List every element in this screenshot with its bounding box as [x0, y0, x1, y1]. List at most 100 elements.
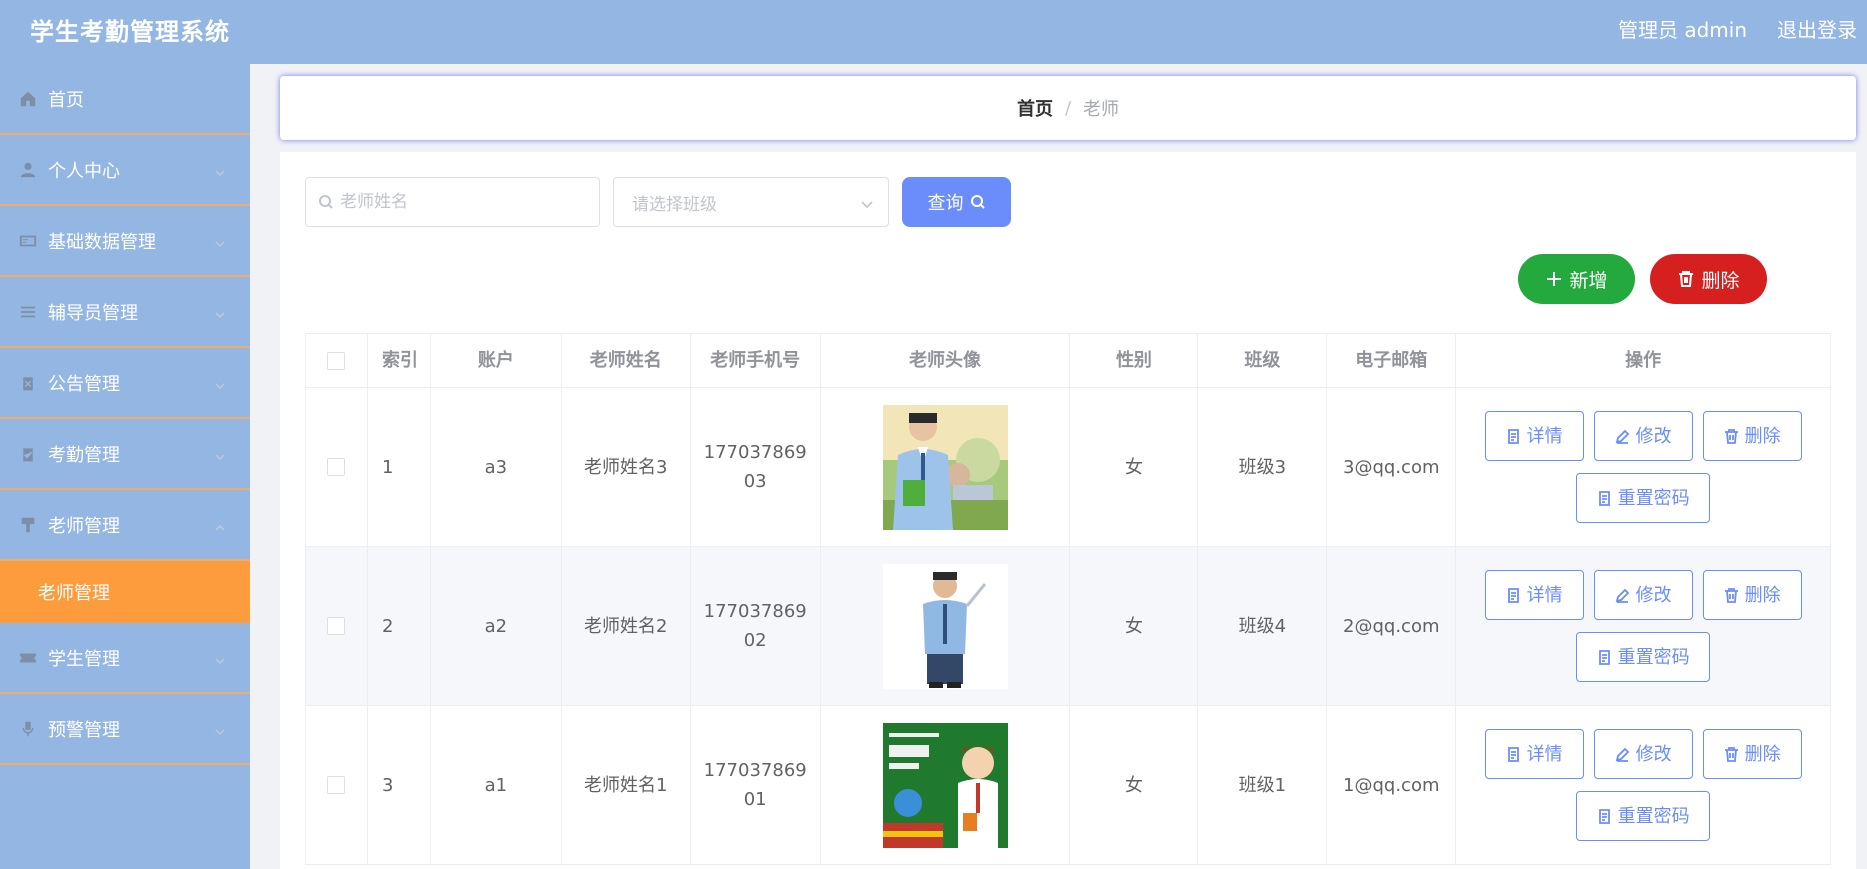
chevron-down-icon: [214, 234, 226, 248]
teacher-name-search[interactable]: [305, 177, 600, 227]
reset-password-button[interactable]: 重置密码: [1576, 791, 1711, 841]
avatar-cell: [821, 706, 1071, 864]
chevron-down-icon: [214, 447, 226, 461]
teacher-name-input[interactable]: [340, 192, 580, 212]
detail-button[interactable]: 详情: [1484, 729, 1584, 779]
trash-icon: [1724, 587, 1738, 603]
submenu-item-label: 老师管理: [38, 583, 110, 604]
clipboard-check-icon: [18, 444, 38, 464]
app-title: 学生考勤管理系统: [30, 18, 230, 46]
sidebar-item-attendance[interactable]: 考勤管理: [0, 419, 250, 490]
sidebar-item-student[interactable]: 学生管理: [0, 623, 250, 694]
document-icon: [1507, 428, 1519, 444]
document-icon: [1598, 808, 1610, 824]
edit-button[interactable]: 修改: [1593, 729, 1693, 779]
chevron-down-icon: [214, 651, 226, 665]
sidebar-item-label: 公告管理: [48, 373, 120, 395]
delete-button[interactable]: 删除: [1702, 411, 1802, 461]
sidebar-item-profile[interactable]: 个人中心: [0, 135, 250, 206]
ticket-icon: [18, 648, 38, 668]
header-checkbox-cell: [306, 334, 368, 387]
row-checkbox[interactable]: [327, 776, 346, 794]
query-button[interactable]: 查询: [902, 177, 1011, 227]
detail-button[interactable]: 详情: [1484, 570, 1584, 620]
header-user-area: 管理员 admin 退出登录: [1618, 14, 1857, 43]
logout-link[interactable]: 退出登录: [1777, 14, 1857, 43]
list-icon: [18, 302, 38, 322]
breadcrumb-current: 老师: [1083, 99, 1120, 120]
current-user[interactable]: 管理员 admin: [1618, 14, 1747, 43]
sidebar-item-label: 学生管理: [48, 648, 120, 670]
search-icon: [970, 195, 985, 209]
row-checkbox[interactable]: [327, 617, 346, 635]
email-cell: 2@qq.com: [1327, 547, 1457, 705]
phone-cell: 17703786902: [691, 547, 821, 705]
teacher-avatar-image[interactable]: [882, 722, 1008, 848]
column-header: 电子邮箱: [1327, 334, 1457, 387]
class-cell: 班级4: [1198, 547, 1328, 705]
column-header: 操作: [1456, 334, 1831, 387]
brush-icon: [18, 515, 38, 535]
index-cell: 1: [368, 388, 431, 546]
operations-cell: 详情 修改 删除 重置密码: [1456, 706, 1831, 864]
delete-button[interactable]: 删除: [1702, 729, 1802, 779]
document-icon: [1507, 746, 1519, 762]
column-header: 老师手机号: [691, 334, 821, 387]
row-checkbox-cell: [306, 547, 368, 705]
document-icon: [1598, 649, 1610, 665]
operations-cell: 详情 修改 删除 重置密码: [1456, 547, 1831, 705]
class-cell: 班级3: [1198, 388, 1328, 546]
delete-button[interactable]: 删除: [1702, 570, 1802, 620]
delete-button-label: 删除: [1744, 584, 1781, 606]
table-row: 1 a3 老师姓名3 17703786903 女 班级3 3@qq.com 详情…: [306, 388, 1831, 547]
id-card-icon: [18, 231, 38, 251]
phone-cell: 17703786901: [691, 706, 821, 864]
submenu-item-teacher-management[interactable]: 老师管理: [0, 561, 250, 623]
sex-cell: 女: [1070, 388, 1199, 546]
detail-button[interactable]: 详情: [1484, 411, 1584, 461]
reset-password-button[interactable]: 重置密码: [1576, 473, 1711, 523]
batch-delete-button[interactable]: 删除: [1650, 254, 1767, 304]
breadcrumb-home[interactable]: 首页: [1017, 95, 1053, 121]
teacher-avatar-image[interactable]: [882, 563, 1008, 689]
class-cell: 班级1: [1198, 706, 1328, 864]
trash-icon: [1724, 428, 1738, 444]
microphone-icon: [18, 719, 38, 739]
sidebar-item-teacher[interactable]: 老师管理: [0, 490, 250, 561]
phone-cell: 17703786903: [691, 388, 821, 546]
row-checkbox[interactable]: [327, 458, 346, 476]
chevron-down-icon: [214, 305, 226, 319]
table-row: 3 a1 老师姓名1 17703786901 女 班级1 1@qq.com 详情…: [306, 706, 1831, 865]
trash-icon: [1679, 271, 1694, 287]
class-select[interactable]: 请选择班级: [613, 177, 889, 227]
chevron-up-icon: [214, 518, 226, 531]
email-cell: 1@qq.com: [1327, 706, 1457, 864]
table-row: 2 a2 老师姓名2 17703786902 女 班级4 2@qq.com 详情…: [306, 547, 1831, 706]
column-header: 索引: [368, 334, 431, 387]
trash-icon: [1724, 746, 1738, 762]
sidebar-item-notice[interactable]: 公告管理: [0, 348, 250, 419]
reset-password-button[interactable]: 重置密码: [1576, 632, 1711, 682]
sidebar-item-basic-data[interactable]: 基础数据管理: [0, 206, 250, 277]
edit-button[interactable]: 修改: [1593, 411, 1693, 461]
reset-password-label: 重置密码: [1617, 646, 1690, 668]
sidebar-item-label: 预警管理: [48, 719, 120, 741]
edit-button[interactable]: 修改: [1593, 570, 1693, 620]
chevron-down-icon: [214, 376, 226, 390]
edit-icon: [1615, 747, 1629, 762]
add-button[interactable]: 新增: [1518, 254, 1635, 304]
detail-button-label: 详情: [1526, 584, 1563, 606]
search-icon: [319, 195, 333, 209]
plus-icon: [1547, 272, 1562, 286]
detail-button-label: 详情: [1526, 425, 1563, 447]
select-all-checkbox[interactable]: [327, 351, 346, 370]
sidebar-item-warning[interactable]: 预警管理: [0, 694, 250, 765]
sidebar-item-label: 老师管理: [48, 515, 120, 537]
sidebar-item-counselor[interactable]: 辅导员管理: [0, 277, 250, 348]
teacher-name-cell: 老师姓名3: [562, 388, 691, 546]
sidebar-item-home[interactable]: 首页: [0, 64, 250, 135]
sidebar-item-label: 个人中心: [48, 160, 120, 182]
email-cell: 3@qq.com: [1327, 388, 1457, 546]
document-icon: [1507, 587, 1519, 603]
teacher-avatar-image[interactable]: [882, 404, 1008, 530]
